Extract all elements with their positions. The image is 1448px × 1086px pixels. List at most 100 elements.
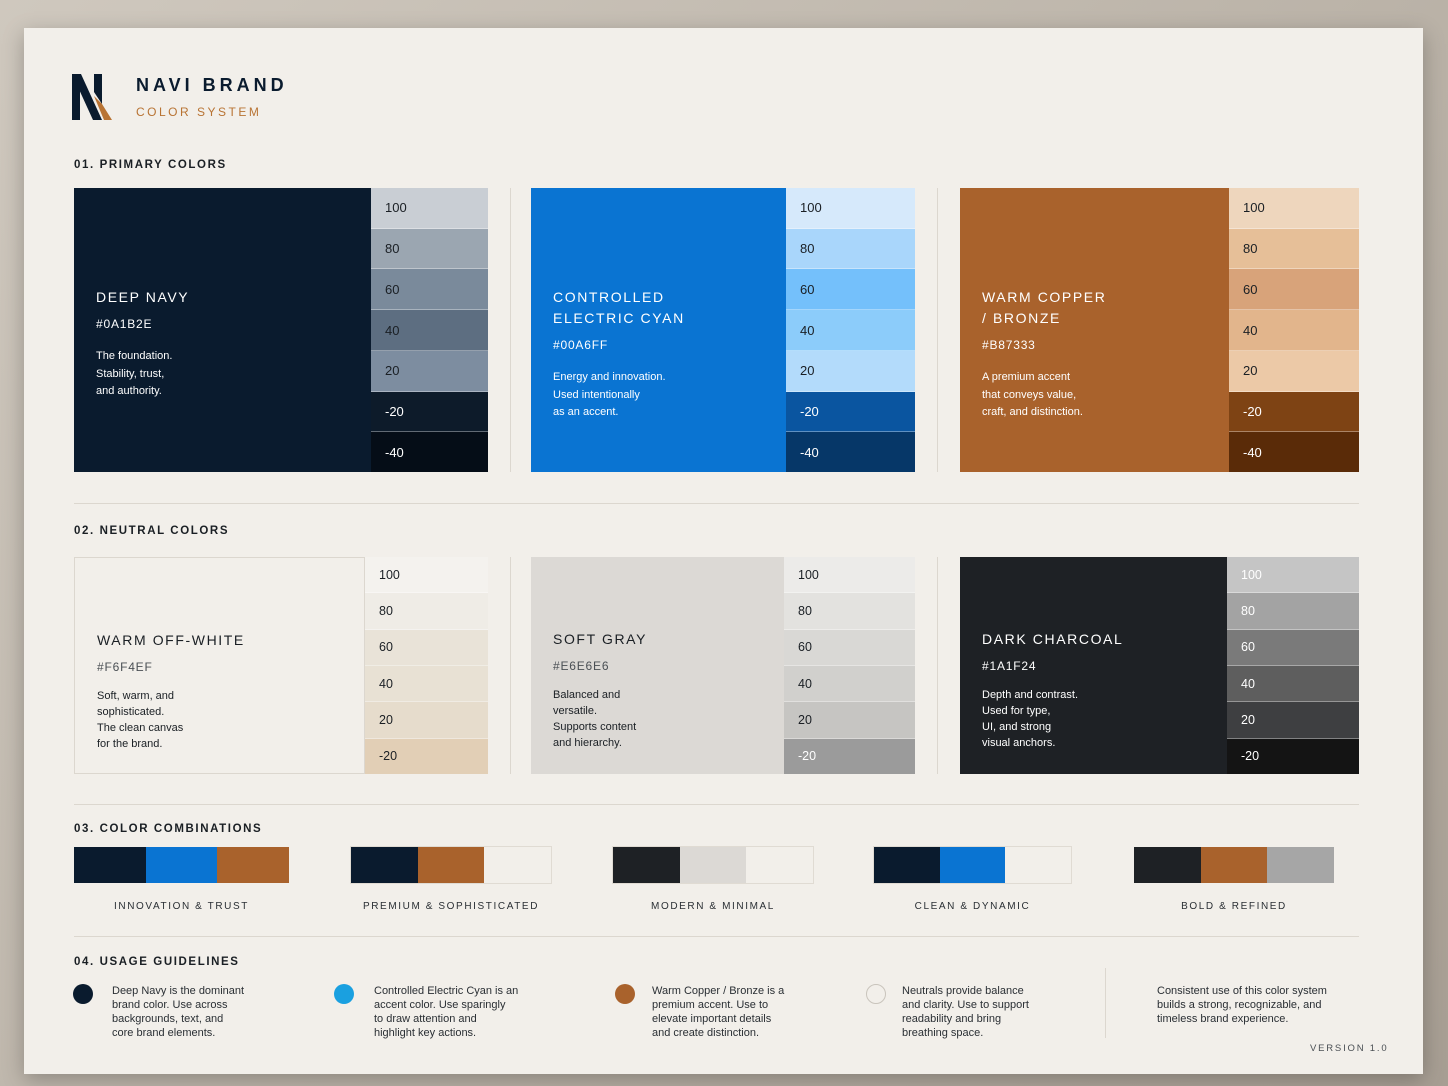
swatch-deep-navy: DEEP NAVY #0A1B2E The foundation. Stabil… xyxy=(74,188,371,472)
combo-color xyxy=(746,847,814,883)
tint-step: 100 xyxy=(786,188,915,229)
combo-color xyxy=(417,847,485,883)
tint-scale-electric-cyan: 100 80 60 40 20 -20 -40 xyxy=(786,188,915,473)
tint-scale-soft-gray: 100 80 60 40 20 -20 xyxy=(784,557,915,774)
tint-step: 20 xyxy=(1229,350,1359,392)
combo-color xyxy=(1134,847,1201,883)
tint-step: 80 xyxy=(365,593,488,630)
swatch-electric-cyan: CONTROLLED ELECTRIC CYAN #00A6FF Energy … xyxy=(531,188,786,472)
version-label: VERSION 1.0 xyxy=(1310,1043,1389,1054)
combo-innovation-trust: INNOVATION & TRUST xyxy=(74,847,290,912)
swatch-name: DEEP NAVY xyxy=(96,289,190,305)
combo-label: CLEAN & DYNAMIC xyxy=(914,901,1031,912)
combo-label: MODERN & MINIMAL xyxy=(651,901,775,912)
guideline-navy: Deep Navy is the dominant brand color. U… xyxy=(112,985,245,1039)
section-title-guidelines: 04. USAGE GUIDELINES xyxy=(74,956,240,968)
combo-clean-dynamic: CLEAN & DYNAMIC xyxy=(873,846,1072,912)
section-divider xyxy=(74,804,1359,805)
combo-color xyxy=(1005,847,1072,883)
tint-step: -20 xyxy=(371,391,488,433)
combo-strip xyxy=(873,846,1072,884)
swatch-dark-charcoal: DARK CHARCOAL #1A1F24 Depth and contrast… xyxy=(960,557,1227,774)
closing-statement: Consistent use of this color system buil… xyxy=(1157,985,1327,1025)
swatch-name: WARM OFF-WHITE xyxy=(97,632,245,648)
column-divider xyxy=(937,188,938,472)
brand-sheet: NAVI BRAND COLOR SYSTEM 01. PRIMARY COLO… xyxy=(24,28,1423,1074)
tint-step: 80 xyxy=(371,228,488,270)
swatch-hex: #E6E6E6 xyxy=(553,659,610,673)
swatch-description: Energy and innovation. Used intentionall… xyxy=(553,371,666,418)
tint-step: -20 xyxy=(1227,738,1359,774)
swatch-name: SOFT GRAY xyxy=(553,631,648,647)
brand-subtitle: COLOR SYSTEM xyxy=(136,105,262,119)
tint-scale-warm-off-white: 100 80 60 40 20 -20 xyxy=(365,557,488,774)
section-divider xyxy=(74,503,1359,504)
swatch-name: CONTROLLED ELECTRIC CYAN xyxy=(553,289,685,326)
tint-step: 20 xyxy=(786,350,915,392)
combo-color xyxy=(351,847,418,883)
swatch-hex: #0A1B2E xyxy=(96,317,153,331)
tint-step: 40 xyxy=(1229,310,1359,351)
combo-color xyxy=(613,847,680,883)
combo-color xyxy=(484,847,552,883)
tint-step: 40 xyxy=(786,310,915,351)
section-title-primary: 01. PRIMARY COLORS xyxy=(74,159,227,171)
tint-step: -20 xyxy=(786,391,915,433)
tint-step: 80 xyxy=(786,228,915,270)
tint-step: 100 xyxy=(371,188,488,229)
column-divider xyxy=(510,188,511,472)
navi-logo-icon xyxy=(72,74,112,120)
column-divider xyxy=(1105,968,1106,1038)
tint-step: 60 xyxy=(1229,269,1359,311)
swatch-name: DARK CHARCOAL xyxy=(982,631,1124,647)
tint-scale-warm-copper: 100 80 60 40 20 -20 -40 xyxy=(1229,188,1359,473)
combo-color xyxy=(74,847,146,883)
guideline-dot-copper xyxy=(615,984,635,1004)
combo-strip xyxy=(612,846,814,884)
tint-step: 60 xyxy=(784,629,915,666)
tint-step: 100 xyxy=(1229,188,1359,229)
tint-step: -20 xyxy=(365,738,488,774)
combo-premium-sophisticated: PREMIUM & SOPHISTICATED xyxy=(350,846,552,912)
combo-color xyxy=(217,847,290,883)
combo-strip xyxy=(74,847,290,883)
swatch-description: Depth and contrast. Used for type, UI, a… xyxy=(982,689,1079,749)
swatch-warm-copper: WARM COPPER / BRONZE #B87333 A premium a… xyxy=(960,188,1229,472)
tint-step: -40 xyxy=(786,432,915,473)
tint-step: 60 xyxy=(365,629,488,666)
tint-step: 40 xyxy=(371,310,488,351)
column-divider xyxy=(510,557,511,774)
combo-color xyxy=(874,847,940,883)
tint-scale-deep-navy: 100 80 60 40 20 -20 -40 xyxy=(371,188,488,473)
combo-label: INNOVATION & TRUST xyxy=(114,901,249,912)
tint-step: 40 xyxy=(1227,665,1359,703)
guideline-neutrals: Neutrals provide balance and clarity. Us… xyxy=(902,985,1029,1039)
combo-color xyxy=(1200,847,1268,883)
combo-strip xyxy=(350,846,552,884)
swatch-description: Balanced and versatile. Supports content… xyxy=(553,689,637,749)
tint-step: 20 xyxy=(365,702,488,739)
guideline-cyan: Controlled Electric Cyan is an accent co… xyxy=(374,985,519,1039)
tint-step: 60 xyxy=(371,269,488,311)
guideline-dot-navy xyxy=(73,984,93,1004)
combo-bold-refined: BOLD & REFINED xyxy=(1134,847,1335,912)
tint-step: 60 xyxy=(1227,629,1359,666)
tint-step: 100 xyxy=(365,557,488,594)
combo-color xyxy=(939,847,1006,883)
combo-modern-minimal: MODERN & MINIMAL xyxy=(612,846,814,912)
tint-step: 60 xyxy=(786,269,915,311)
tint-step: 40 xyxy=(365,665,488,703)
brand-title: NAVI BRAND xyxy=(136,75,288,95)
swatch-hex: #00A6FF xyxy=(553,338,608,352)
tint-step: -20 xyxy=(784,738,915,774)
combo-strip xyxy=(1134,847,1335,883)
tint-step: 80 xyxy=(1227,593,1359,630)
swatch-hex: #F6F4EF xyxy=(97,660,153,674)
tint-step: 40 xyxy=(784,665,915,703)
tint-step: 20 xyxy=(1227,702,1359,739)
swatch-name: WARM COPPER / BRONZE xyxy=(982,289,1107,326)
guideline-copper: Warm Copper / Bronze is a premium accent… xyxy=(652,985,785,1039)
combo-label: BOLD & REFINED xyxy=(1181,901,1287,912)
tint-step: 80 xyxy=(784,593,915,630)
tint-step: 80 xyxy=(1229,228,1359,270)
